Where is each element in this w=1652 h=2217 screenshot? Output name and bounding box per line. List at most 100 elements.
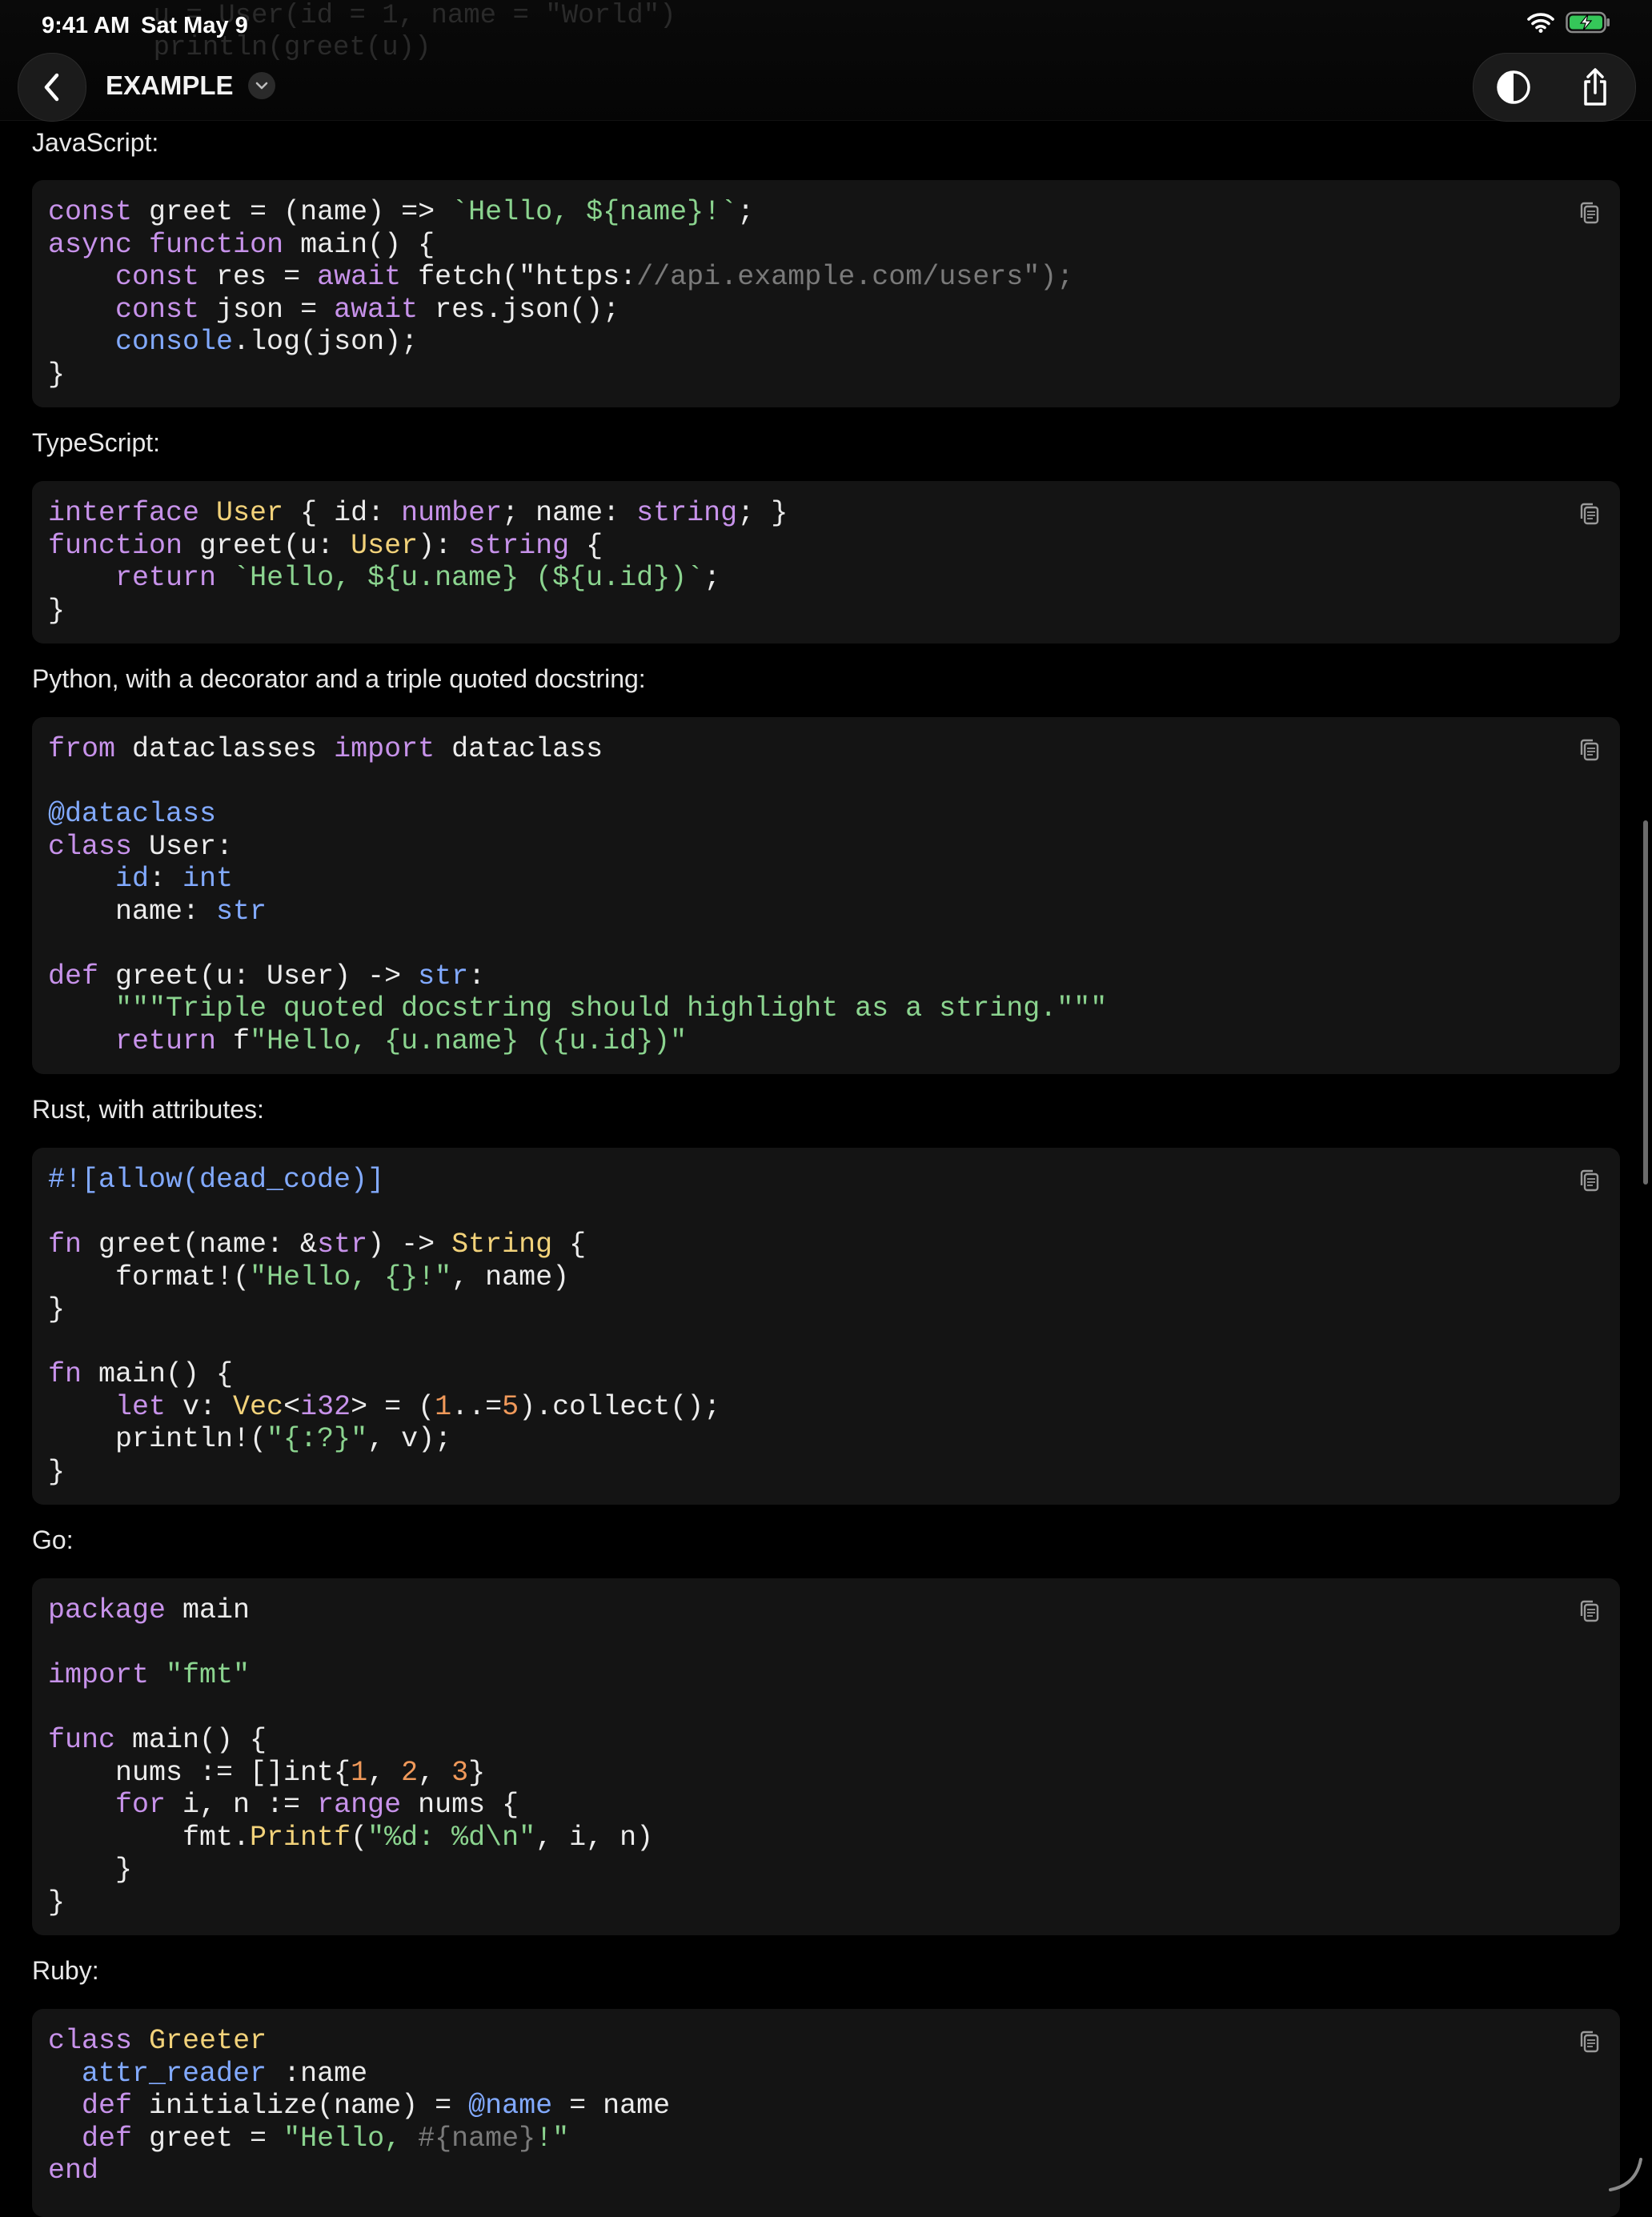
code-token: ..=	[451, 1390, 503, 1423]
code-token: 5	[502, 1390, 519, 1423]
code-line: return f"Hello, {u.name} ({u.id})"	[48, 1025, 687, 1057]
code-line: async function main() {	[48, 229, 435, 261]
code-token: ,	[367, 1756, 402, 1789]
resize-handle-icon[interactable]	[1604, 2153, 1644, 2193]
status-icons	[1527, 11, 1610, 34]
code-block-typescript: interface User { id: number; name: strin…	[32, 481, 1620, 643]
contrast-icon	[1497, 70, 1530, 104]
code-line: fn main() {	[48, 1358, 233, 1390]
code-rust: #![allow(dead_code)] fn greet(name: &str…	[48, 1164, 720, 1488]
copy-button-rust[interactable]	[1574, 1164, 1606, 1199]
code-block-ruby: class Greeter attr_reader :name def init…	[32, 2009, 1620, 2217]
code-line: attr_reader :name	[48, 2058, 367, 2090]
code-token: i, n :=	[166, 1789, 318, 1821]
code-go: package main import "fmt" func main() { …	[48, 1594, 653, 1918]
code-token: main() {	[283, 228, 435, 261]
label-rust: Rust, with attributes:	[32, 1095, 264, 1124]
code-token: const	[48, 196, 133, 228]
code-token: package	[48, 1594, 166, 1626]
back-button[interactable]	[18, 53, 86, 122]
copy-button-ruby[interactable]	[1574, 2025, 1606, 2060]
page-title: EXAMPLE	[106, 70, 234, 100]
code-token: "fmt"	[166, 1659, 251, 1691]
code-token: User	[216, 497, 284, 529]
code-line: func main() {	[48, 1724, 267, 1756]
code-token: }	[48, 594, 66, 627]
copy-button-javascript[interactable]	[1574, 196, 1606, 231]
code-token: 3	[451, 1756, 469, 1789]
code-token: greet(u:	[182, 529, 351, 562]
copy-icon	[1580, 739, 1599, 761]
vertical-scrollbar[interactable]	[1643, 820, 1648, 1185]
code-token: console	[115, 326, 234, 358]
code-line: function greet(u: User): string {	[48, 530, 603, 562]
appearance-toggle-button[interactable]	[1474, 54, 1554, 121]
copy-button-python[interactable]	[1574, 733, 1606, 768]
code-line: for i, n := range nums {	[48, 1789, 519, 1821]
code-token: string	[468, 529, 570, 562]
document-title-menu[interactable]: EXAMPLE	[106, 70, 275, 101]
code-token: }	[48, 1293, 66, 1325]
code-token: ;	[704, 562, 721, 594]
code-line: end	[48, 2155, 98, 2187]
code-token: import	[334, 733, 435, 765]
code-typescript: interface User { id: number; name: strin…	[48, 497, 788, 627]
code-token: int	[182, 863, 234, 895]
status-bar: 9:41 AM Sat May 9	[0, 0, 1652, 51]
code-line: def greet = "Hello, #{name}!"	[48, 2123, 569, 2155]
code-token: ) ->	[367, 1229, 452, 1261]
code-line: fn greet(name: &str) -> String {	[48, 1229, 586, 1261]
code-token: :name	[267, 2057, 368, 2090]
code-line: class Greeter	[48, 2025, 267, 2057]
code-token: from	[48, 733, 116, 765]
code-token: number	[401, 497, 503, 529]
label-ruby: Ruby:	[32, 1956, 99, 1985]
code-token: = name	[552, 2090, 671, 2122]
copy-button-typescript[interactable]	[1574, 497, 1606, 532]
code-token: (	[351, 1821, 368, 1854]
code-token: `Hello, ${name}!`	[451, 196, 738, 228]
code-line: }	[48, 1293, 65, 1325]
share-button[interactable]	[1555, 54, 1635, 121]
label-python: Python, with a decorator and a triple qu…	[32, 664, 646, 693]
code-line: const json = await res.json();	[48, 294, 620, 326]
code-line: let v: Vec<i32> = (1..=5).collect();	[48, 1391, 720, 1423]
code-token: ; }	[737, 497, 788, 529]
code-token: "%d: %d\n"	[367, 1821, 536, 1854]
code-token: main() {	[82, 1358, 234, 1390]
code-token: //api.example.com/users");	[636, 261, 1074, 293]
code-token: dataclass	[435, 733, 603, 765]
code-token: fn	[48, 1358, 82, 1390]
code-token: import	[48, 1659, 150, 1691]
code-python: from dataclasses import dataclass @datac…	[48, 733, 1107, 1057]
code-token: const	[115, 261, 200, 293]
copy-button-go[interactable]	[1574, 1594, 1606, 1630]
code-token: attr_reader	[82, 2057, 267, 2090]
copy-icon	[1580, 1600, 1599, 1622]
copy-icon	[1580, 1169, 1599, 1192]
code-token: await	[317, 261, 402, 293]
wifi-icon	[1527, 13, 1554, 33]
code-token: f	[216, 1024, 251, 1057]
code-token: """Triple quoted docstring should highli…	[115, 992, 1108, 1024]
code-token: nums {	[401, 1789, 519, 1821]
code-token: !"	[535, 2122, 570, 2155]
code-token: ,	[418, 1756, 452, 1789]
code-token: Greeter	[149, 2025, 267, 2057]
code-line: id: int	[48, 863, 233, 895]
code-line: from dataclasses import dataclass	[48, 733, 603, 765]
code-token: User:	[132, 830, 234, 863]
code-line: console.log(json);	[48, 326, 418, 358]
code-token: #{name}	[418, 2122, 536, 2155]
code-token: greet = (name) =>	[132, 196, 452, 228]
code-token: greet(name: &	[82, 1229, 318, 1261]
code-token: }	[48, 1854, 133, 1886]
code-token: @name	[468, 2090, 553, 2122]
